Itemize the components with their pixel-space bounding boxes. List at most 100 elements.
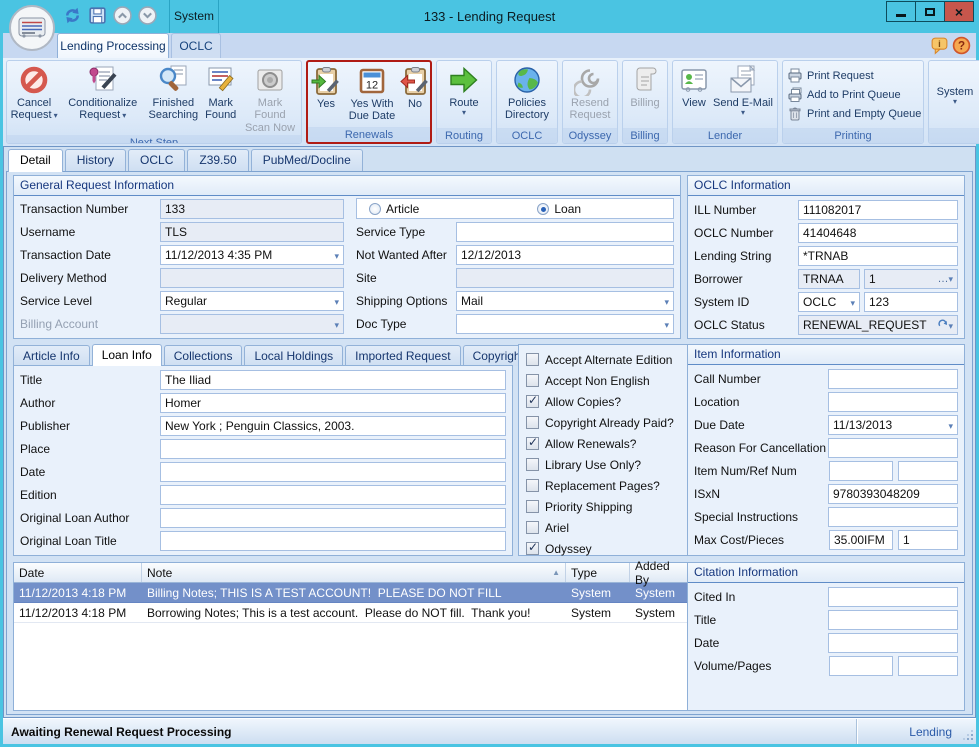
author-field[interactable]: Homer bbox=[160, 393, 506, 413]
transaction-date-field[interactable]: 11/12/2013 4:35 PM bbox=[160, 245, 344, 265]
chevron-down-icon[interactable] bbox=[334, 294, 339, 308]
checkbox-ariel[interactable]: Ariel bbox=[519, 517, 688, 538]
radio-loan[interactable]: Loan bbox=[537, 202, 581, 216]
doc-type-select[interactable] bbox=[456, 314, 674, 334]
transaction-number-field[interactable]: 133 bbox=[160, 199, 344, 219]
reason-for-cancellation-field[interactable] bbox=[828, 438, 958, 458]
column-header-date[interactable]: Date bbox=[14, 563, 142, 582]
close-button[interactable]: × bbox=[944, 1, 974, 22]
borrower-field[interactable]: TRNAA bbox=[798, 269, 860, 289]
add-to-print-queue-button[interactable]: Add to Print Queue bbox=[787, 87, 919, 103]
service-level-select[interactable]: Regular bbox=[160, 291, 344, 311]
lending-string-field[interactable]: *TRNAB bbox=[798, 246, 958, 266]
checkbox-allow-copies[interactable]: Allow Copies? bbox=[519, 391, 688, 412]
checkbox-copyright-already-paid[interactable]: Copyright Already Paid? bbox=[519, 412, 688, 433]
policies-directory-button[interactable]: Policies Directory bbox=[499, 63, 555, 128]
help-icon[interactable]: ? bbox=[952, 36, 971, 60]
minimize-button[interactable] bbox=[886, 1, 916, 22]
citation-title-field[interactable] bbox=[828, 610, 958, 630]
radio-article[interactable]: Article bbox=[369, 202, 419, 216]
column-header-note[interactable]: Note▲ bbox=[142, 563, 566, 582]
ellipsis-button[interactable]: … bbox=[937, 273, 953, 285]
special-instructions-field[interactable] bbox=[828, 507, 958, 527]
oclc-number-field[interactable]: 41404648 bbox=[798, 223, 958, 243]
print-and-empty-queue-button[interactable]: Print and Empty Queue bbox=[787, 106, 919, 122]
system-button[interactable]: System ▾ bbox=[930, 63, 979, 128]
original-loan-title-field[interactable] bbox=[160, 531, 506, 551]
pages-field[interactable] bbox=[898, 656, 958, 676]
conditionalize-request-button[interactable]: Conditionalize Request bbox=[60, 63, 145, 135]
item-num-field[interactable] bbox=[829, 461, 893, 481]
date-field[interactable] bbox=[160, 462, 506, 482]
ref-num-field[interactable] bbox=[898, 461, 958, 481]
checkbox-accept-non-english[interactable]: Accept Non English bbox=[519, 370, 688, 391]
tab-lending-processing[interactable]: Lending Processing bbox=[57, 33, 169, 58]
edition-field[interactable] bbox=[160, 485, 506, 505]
shipping-options-select[interactable]: Mail bbox=[456, 291, 674, 311]
sync-icon[interactable] bbox=[62, 5, 83, 26]
save-icon[interactable] bbox=[87, 5, 108, 26]
finished-searching-button[interactable]: Finished Searching bbox=[145, 63, 201, 135]
note-row[interactable]: 11/12/2013 4:18 PM Borrowing Notes; This… bbox=[14, 603, 688, 623]
publisher-field[interactable]: New York ; Penguin Classics, 2003. bbox=[160, 416, 506, 436]
ill-number-field[interactable]: 111082017 bbox=[798, 200, 958, 220]
location-field[interactable] bbox=[828, 392, 958, 412]
volume-field[interactable] bbox=[829, 656, 893, 676]
place-field[interactable] bbox=[160, 439, 506, 459]
call-number-field[interactable] bbox=[828, 369, 958, 389]
system-id-select[interactable]: OCLC bbox=[798, 292, 860, 312]
refresh-status-icon[interactable] bbox=[937, 318, 953, 332]
chevron-down-icon[interactable] bbox=[850, 295, 855, 309]
tab-loan-info[interactable]: Loan Info bbox=[92, 344, 162, 366]
citation-date-field[interactable] bbox=[828, 633, 958, 653]
renew-no-button[interactable]: No bbox=[402, 64, 428, 127]
chevron-down-icon[interactable] bbox=[334, 248, 339, 262]
chevron-down-icon[interactable] bbox=[948, 418, 953, 432]
info-bubble-icon[interactable]: i bbox=[930, 36, 949, 60]
tab-article-info[interactable]: Article Info bbox=[13, 345, 90, 366]
tab-oclc[interactable]: OCLC bbox=[171, 33, 221, 58]
maximize-button[interactable] bbox=[915, 1, 945, 22]
due-date-field[interactable]: 11/13/2013 bbox=[828, 415, 958, 435]
service-type-field[interactable] bbox=[456, 222, 674, 242]
checkbox-allow-renewals[interactable]: Allow Renewals? bbox=[519, 433, 688, 454]
cancel-request-button[interactable]: Cancel Request bbox=[8, 63, 60, 135]
tab-collections[interactable]: Collections bbox=[164, 345, 243, 366]
system-menu-tab[interactable]: System bbox=[169, 0, 219, 33]
tab-imported-request[interactable]: Imported Request bbox=[345, 345, 460, 366]
oclc-status-field[interactable]: RENEWAL_REQUEST bbox=[798, 315, 958, 335]
site-field[interactable] bbox=[456, 268, 674, 288]
print-request-button[interactable]: Print Request bbox=[787, 68, 919, 84]
username-field[interactable]: TLS bbox=[160, 222, 344, 242]
system-id-number-field[interactable]: 123 bbox=[864, 292, 958, 312]
send-email-button[interactable]: Send E-Mail ▾ bbox=[712, 63, 774, 128]
previous-request-icon[interactable] bbox=[112, 5, 133, 26]
checkbox-odyssey[interactable]: Odyssey bbox=[519, 538, 688, 559]
resize-grip[interactable] bbox=[960, 719, 976, 744]
tab-oclc-detail[interactable]: OCLC bbox=[128, 149, 185, 171]
max-cost-field[interactable]: 35.00IFM bbox=[829, 530, 893, 550]
note-row[interactable]: 11/12/2013 4:18 PM Billing Notes; THIS I… bbox=[14, 583, 688, 603]
chevron-down-icon[interactable] bbox=[664, 294, 669, 308]
borrower-sequence-field[interactable]: 1… bbox=[864, 269, 958, 289]
app-icon[interactable] bbox=[9, 5, 55, 51]
checkbox-accept-alternate-edition[interactable]: Accept Alternate Edition bbox=[519, 349, 688, 370]
isxn-field[interactable]: 9780393048209 bbox=[828, 484, 958, 504]
tab-z3950[interactable]: Z39.50 bbox=[187, 149, 248, 171]
chevron-down-icon[interactable] bbox=[664, 317, 669, 331]
original-loan-author-field[interactable] bbox=[160, 508, 506, 528]
route-button[interactable]: Route ▾ bbox=[440, 63, 488, 128]
checkbox-library-use-only[interactable]: Library Use Only? bbox=[519, 454, 688, 475]
view-lender-button[interactable]: View bbox=[676, 63, 712, 128]
cited-in-field[interactable] bbox=[828, 587, 958, 607]
title-field[interactable]: The Iliad bbox=[160, 370, 506, 390]
tab-history[interactable]: History bbox=[65, 149, 126, 171]
column-header-added-by[interactable]: Added By bbox=[630, 563, 688, 582]
mark-found-button[interactable]: Mark Found bbox=[201, 63, 240, 135]
pieces-field[interactable]: 1 bbox=[898, 530, 958, 550]
checkbox-replacement-pages[interactable]: Replacement Pages? bbox=[519, 475, 688, 496]
renew-yes-button[interactable]: Yes bbox=[310, 64, 342, 127]
tab-local-holdings[interactable]: Local Holdings bbox=[244, 345, 343, 366]
checkbox-priority-shipping[interactable]: Priority Shipping bbox=[519, 496, 688, 517]
next-request-icon[interactable] bbox=[137, 5, 158, 26]
